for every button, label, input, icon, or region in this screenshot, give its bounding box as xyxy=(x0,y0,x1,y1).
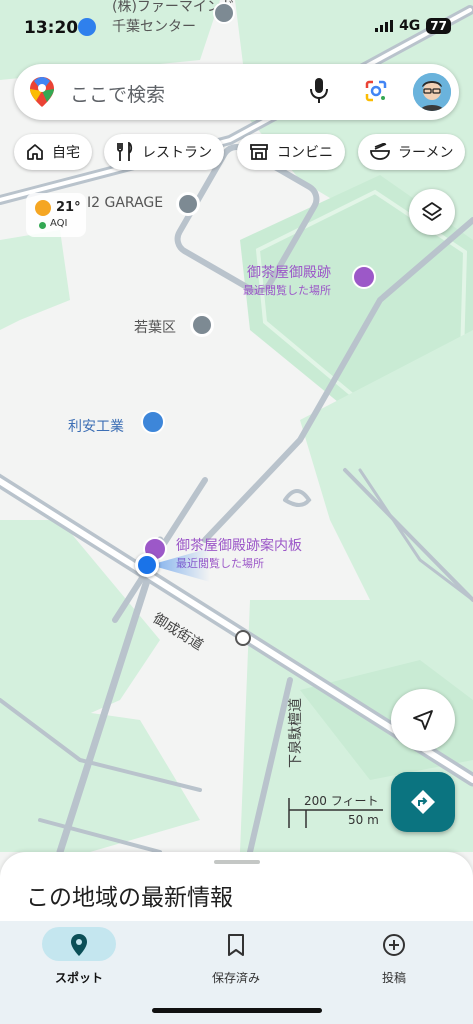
home-icon xyxy=(27,144,43,160)
chip-restaurant[interactable]: レストラン xyxy=(104,134,224,170)
nav-item-contribute[interactable]: 投稿 xyxy=(334,921,454,1001)
place-label-garage[interactable]: I2 GARAGE xyxy=(87,195,163,211)
place-label-ward[interactable]: 若葉区 xyxy=(134,317,176,337)
store-icon xyxy=(250,144,268,160)
network-label: 4G xyxy=(399,18,421,34)
avatar[interactable] xyxy=(413,73,451,111)
nav-item-explore[interactable]: スポット xyxy=(24,921,144,1001)
home-indicator xyxy=(152,1008,322,1013)
map-scale: 200 フィート 50 m xyxy=(288,792,384,832)
scale-metric: 50 m xyxy=(348,813,379,827)
mic-icon[interactable] xyxy=(310,78,328,104)
chip-label: 自宅 xyxy=(52,145,80,161)
nav-item-saved[interactable]: 保存済み xyxy=(176,921,296,1001)
place-pin-ruins-icon[interactable] xyxy=(352,265,376,289)
status-indicators: 4G 77 xyxy=(375,18,451,34)
place-sublabel-ruins: 最近閲覧した場所 xyxy=(243,284,331,297)
chip-ramen[interactable]: ラーメン xyxy=(358,134,466,170)
nav-label: 保存済み xyxy=(211,971,260,985)
status-bar: 13:20 4G 77 xyxy=(0,0,473,56)
directions-button[interactable] xyxy=(391,772,455,832)
chip-label: コンビニ xyxy=(277,145,333,161)
weather-widget[interactable]: 21° AQI xyxy=(26,193,86,237)
lens-icon[interactable] xyxy=(364,79,388,103)
status-time: 13:20 xyxy=(24,18,79,38)
maps-logo-icon xyxy=(30,77,54,107)
nav-label: 投稿 xyxy=(381,971,406,985)
bus-stop-icon[interactable] xyxy=(235,630,251,646)
place-label-board[interactable]: 御茶屋御殿跡案内板 xyxy=(176,535,302,555)
chip-label: レストラン xyxy=(142,145,212,161)
signal-icon xyxy=(375,20,394,32)
layers-button[interactable] xyxy=(409,189,455,235)
my-location-button[interactable] xyxy=(391,689,455,751)
location-arrow-icon xyxy=(78,18,96,36)
layers-icon xyxy=(422,202,442,221)
chip-store[interactable]: コンビニ xyxy=(237,134,345,170)
weather-aqi: AQI xyxy=(50,218,68,229)
location-pin-icon xyxy=(71,934,87,956)
directions-icon xyxy=(411,790,435,814)
aqi-status-dot xyxy=(39,222,46,229)
restaurant-icon xyxy=(117,142,133,161)
navigation-arrow-icon xyxy=(413,710,433,730)
road-label-side: 下泉駄檀道 xyxy=(288,698,304,768)
search-bar[interactable]: ここで検索 xyxy=(14,64,459,120)
place-pin-ward-icon[interactable] xyxy=(190,313,214,337)
place-label-ruins[interactable]: 御茶屋御殿跡 xyxy=(247,262,331,282)
bottom-sheet[interactable]: この地域の最新情報 xyxy=(0,852,473,932)
scale-imperial: 200 フィート xyxy=(304,794,379,808)
add-circle-icon xyxy=(383,934,405,956)
place-pin-garage-icon[interactable] xyxy=(176,192,200,216)
place-label-company[interactable]: 利安工業 xyxy=(68,416,124,436)
battery-icon: 77 xyxy=(426,18,451,34)
sun-icon xyxy=(35,200,51,216)
weather-temp: 21° xyxy=(56,200,81,215)
sheet-title: この地域の最新情報 xyxy=(26,885,233,911)
sheet-drag-handle[interactable] xyxy=(214,860,260,864)
bookmark-icon xyxy=(228,934,244,956)
user-location-dot xyxy=(135,553,159,577)
nav-label: スポット xyxy=(54,971,103,985)
chip-home[interactable]: 自宅 xyxy=(14,134,92,170)
search-input[interactable]: ここで検索 xyxy=(70,80,165,107)
place-pin-company-icon[interactable] xyxy=(141,410,165,434)
ramen-icon xyxy=(370,143,390,160)
chip-label: ラーメン xyxy=(398,145,454,161)
